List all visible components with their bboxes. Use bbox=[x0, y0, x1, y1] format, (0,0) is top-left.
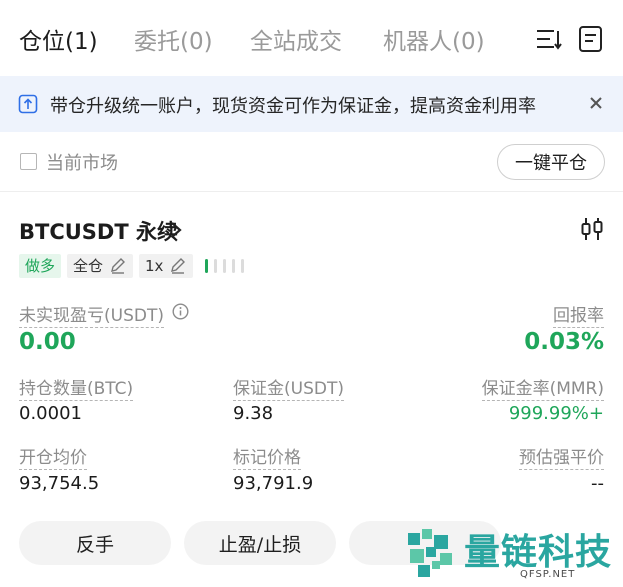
leverage-label: 1x bbox=[145, 257, 164, 275]
risk-bar bbox=[214, 259, 217, 273]
position-symbol[interactable]: BTCUSDT 永续 bbox=[19, 216, 178, 246]
unrealized-pnl-label: 未实现盈亏(USDT) bbox=[19, 301, 164, 328]
risk-bar bbox=[205, 259, 208, 273]
risk-bar bbox=[223, 259, 226, 273]
qfsp-logo-icon bbox=[408, 529, 452, 577]
size-label: 持仓数量(BTC) bbox=[19, 374, 134, 401]
edit-pencil-icon[interactable] bbox=[169, 257, 187, 275]
close-all-button[interactable]: 一键平仓 bbox=[497, 144, 605, 180]
upgrade-icon bbox=[18, 94, 38, 114]
watermark-name: 量链科技 bbox=[464, 532, 613, 573]
margin-mode-label: 全仓 bbox=[73, 257, 104, 275]
liq-price-value: -- bbox=[591, 473, 604, 494]
margin-value: 9.38 bbox=[233, 403, 274, 424]
sort-lines-icon[interactable] bbox=[534, 24, 564, 54]
edit-pencil-icon[interactable] bbox=[109, 257, 127, 275]
unrealized-pnl-value: 0.00 bbox=[19, 329, 76, 355]
tpsl-button[interactable]: 止盈/止损 bbox=[184, 521, 336, 565]
tab-bar: 仓位(1) 委托(0) 全站成交 机器人(0) bbox=[0, 0, 623, 76]
banner-text: 带仓升级统一账户，现货资金可作为保证金，提高资金利用率 bbox=[50, 96, 536, 117]
mark-price-value: 93,791.9 bbox=[233, 473, 314, 494]
leverage-tag[interactable]: 1x bbox=[139, 254, 194, 278]
watermark-domain: QFSP.NET bbox=[520, 569, 576, 580]
side-tag: 做多 bbox=[19, 254, 62, 278]
size-value: 0.0001 bbox=[19, 403, 82, 424]
roe-value: 0.03% bbox=[524, 329, 604, 355]
risk-level-gauge bbox=[205, 259, 244, 273]
candlestick-icon[interactable] bbox=[578, 215, 606, 243]
mark-price-label: 标记价格 bbox=[233, 443, 301, 470]
info-icon[interactable] bbox=[172, 303, 189, 320]
tab-all-trades[interactable]: 全站成交 bbox=[250, 22, 342, 56]
mmr-value: 999.99%+ bbox=[508, 403, 604, 424]
entry-price-value: 93,754.5 bbox=[19, 473, 100, 494]
risk-bar bbox=[232, 259, 235, 273]
tab-positions[interactable]: 仓位(1) bbox=[19, 22, 98, 56]
roe-label: 回报率 bbox=[553, 301, 604, 328]
margin-label: 保证金(USDT) bbox=[233, 374, 344, 401]
current-market-label: 当前市场 bbox=[46, 153, 118, 174]
liq-price-label: 预估强平价 bbox=[519, 443, 604, 470]
document-icon[interactable] bbox=[576, 24, 606, 54]
risk-bar bbox=[241, 259, 244, 273]
close-icon[interactable] bbox=[584, 91, 608, 115]
margin-mode-tag[interactable]: 全仓 bbox=[67, 254, 134, 278]
upgrade-banner: 带仓升级统一账户，现货资金可作为保证金，提高资金利用率 bbox=[0, 76, 623, 132]
filter-row: 当前市场 一键平仓 bbox=[0, 132, 623, 192]
watermark: 量链科技 QFSP.NET bbox=[400, 519, 623, 587]
tab-bots[interactable]: 机器人(0) bbox=[383, 22, 485, 56]
reverse-button[interactable]: 反手 bbox=[19, 521, 171, 565]
chevron-right-icon[interactable] bbox=[167, 219, 185, 241]
current-market-checkbox[interactable] bbox=[20, 153, 37, 170]
mmr-label: 保证金率(MMR) bbox=[481, 374, 604, 401]
entry-price-label: 开仓均价 bbox=[19, 443, 87, 470]
tab-orders[interactable]: 委托(0) bbox=[134, 22, 213, 56]
